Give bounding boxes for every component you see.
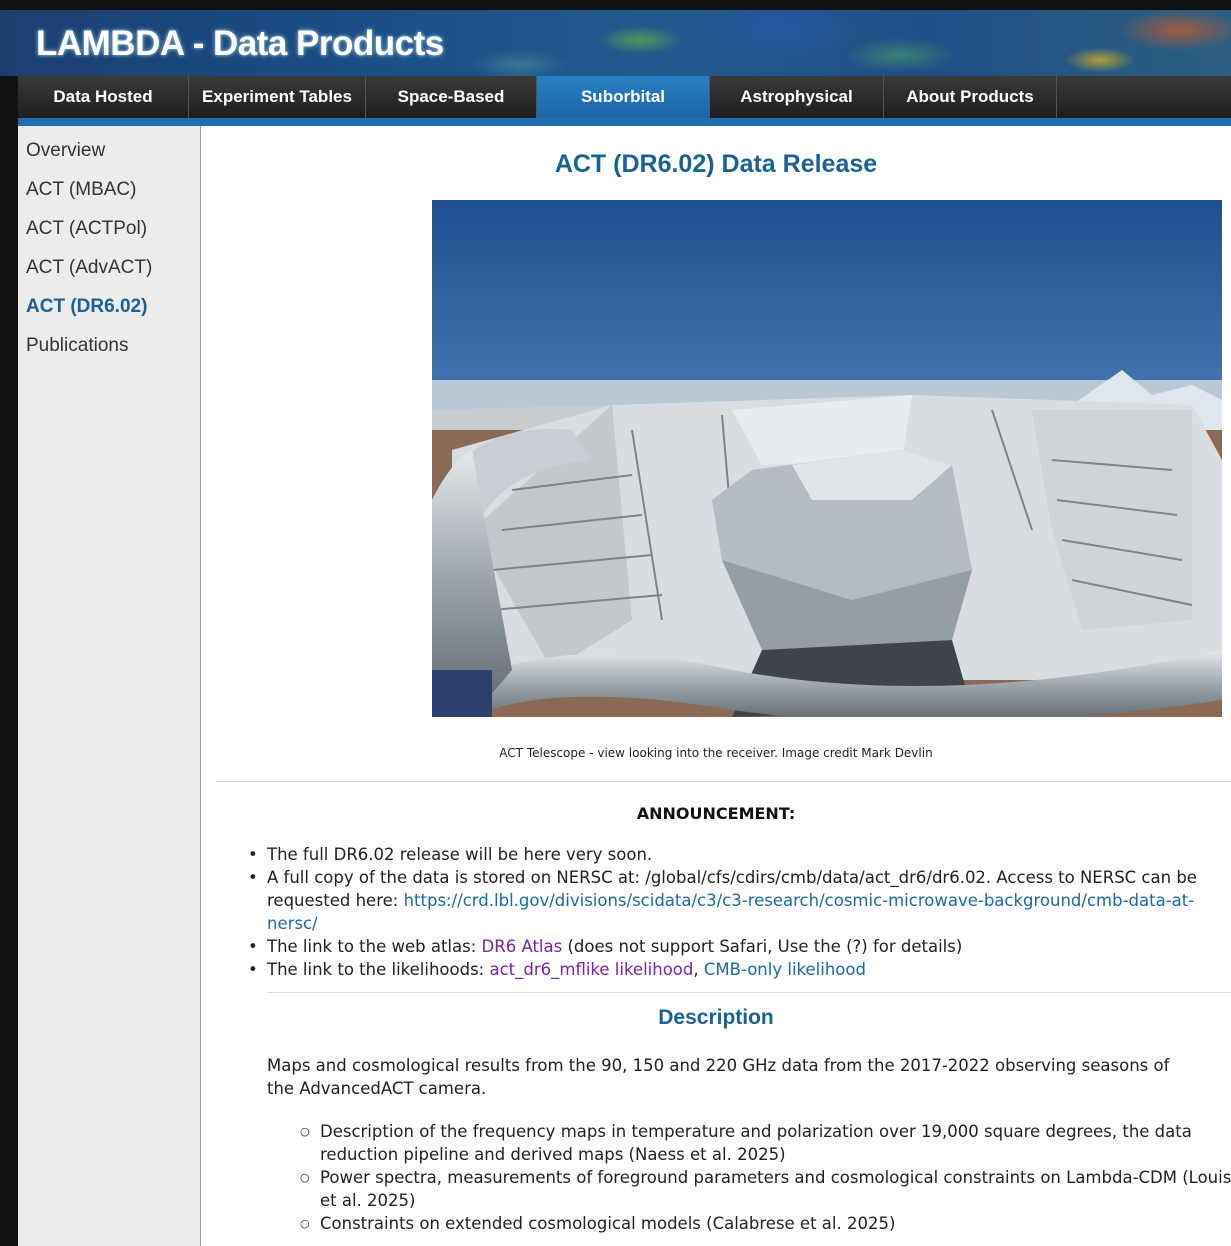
site-banner: LAMBDA - Data Products	[0, 10, 1231, 76]
sidebar-item-overview[interactable]: Overview	[26, 140, 105, 162]
sidebar-item-act-actpol[interactable]: ACT (ACTPol)	[26, 218, 147, 240]
list-item: The full DR6.02 release will be here ver…	[248, 843, 1227, 866]
announcement-text: The full DR6.02 release will be here ver…	[267, 845, 653, 864]
separator: ,	[693, 960, 704, 979]
list-item: The link to the likelihoods: act_dr6_mfl…	[248, 958, 1227, 981]
site-logo-title[interactable]: LAMBDA - Data Products	[36, 24, 444, 64]
announcement-text: The link to the likelihoods:	[267, 960, 490, 979]
list-item: Constraints on extended cosmological mod…	[300, 1212, 1231, 1235]
main-content: ACT (DR6.02) Data Release ACT Telescope …	[201, 126, 1231, 1246]
list-item: The link to the web atlas: DR6 Atlas (do…	[248, 935, 1227, 958]
tab-experiment-tables[interactable]: Experiment Tables	[189, 76, 366, 118]
divider	[215, 781, 1231, 782]
top-navigation: Data Hosted Experiment Tables Space-Base…	[18, 76, 1231, 118]
tab-data-hosted[interactable]: Data Hosted	[18, 76, 189, 118]
cmb-only-likelihood-link[interactable]: CMB-only likelihood	[704, 960, 866, 979]
divider	[267, 992, 1231, 993]
dr6-atlas-link[interactable]: DR6 Atlas	[482, 937, 563, 956]
announcement-list: The full DR6.02 release will be here ver…	[248, 843, 1227, 981]
mflike-likelihood-link[interactable]: act_dr6_mflike likelihood	[489, 960, 693, 979]
announcement-text: (does not support Safari, Use the (?) fo…	[562, 937, 963, 956]
announcement-heading: ANNOUNCEMENT:	[636, 804, 796, 823]
sidebar-item-act-mbac[interactable]: ACT (MBAC)	[26, 179, 136, 201]
list-item: Description of the frequency maps in tem…	[300, 1120, 1231, 1166]
page-title: ACT (DR6.02) Data Release	[554, 150, 878, 178]
description-paragraph: Maps and cosmological results from the 9…	[267, 1056, 1170, 1098]
list-item: Power spectra, measurements of foregroun…	[300, 1166, 1231, 1212]
photo-caption: ACT Telescope - view looking into the re…	[499, 746, 933, 760]
tab-about-products[interactable]: About Products	[884, 76, 1057, 118]
tab-suborbital[interactable]: Suborbital	[537, 76, 710, 118]
sidebar-item-act-advact[interactable]: ACT (AdvACT)	[26, 257, 152, 279]
announcement-text: The link to the web atlas:	[267, 937, 482, 956]
sidebar: Overview ACT (MBAC) ACT (ACTPol) ACT (Ad…	[18, 126, 201, 1246]
description-list: Description of the frequency maps in tem…	[300, 1120, 1231, 1235]
tab-astrophysical[interactable]: Astrophysical	[710, 76, 884, 118]
tab-space-based[interactable]: Space-Based	[366, 76, 537, 118]
nav-underline	[18, 118, 1231, 126]
list-item: A full copy of the data is stored on NER…	[248, 866, 1227, 935]
nersc-request-link[interactable]: https://crd.lbl.gov/divisions/scidata/c3…	[267, 891, 1194, 933]
act-telescope-photo	[432, 200, 1222, 717]
description-heading: Description	[658, 1006, 774, 1029]
sidebar-item-publications[interactable]: Publications	[26, 335, 128, 357]
sidebar-item-act-dr6[interactable]: ACT (DR6.02)	[26, 296, 147, 318]
